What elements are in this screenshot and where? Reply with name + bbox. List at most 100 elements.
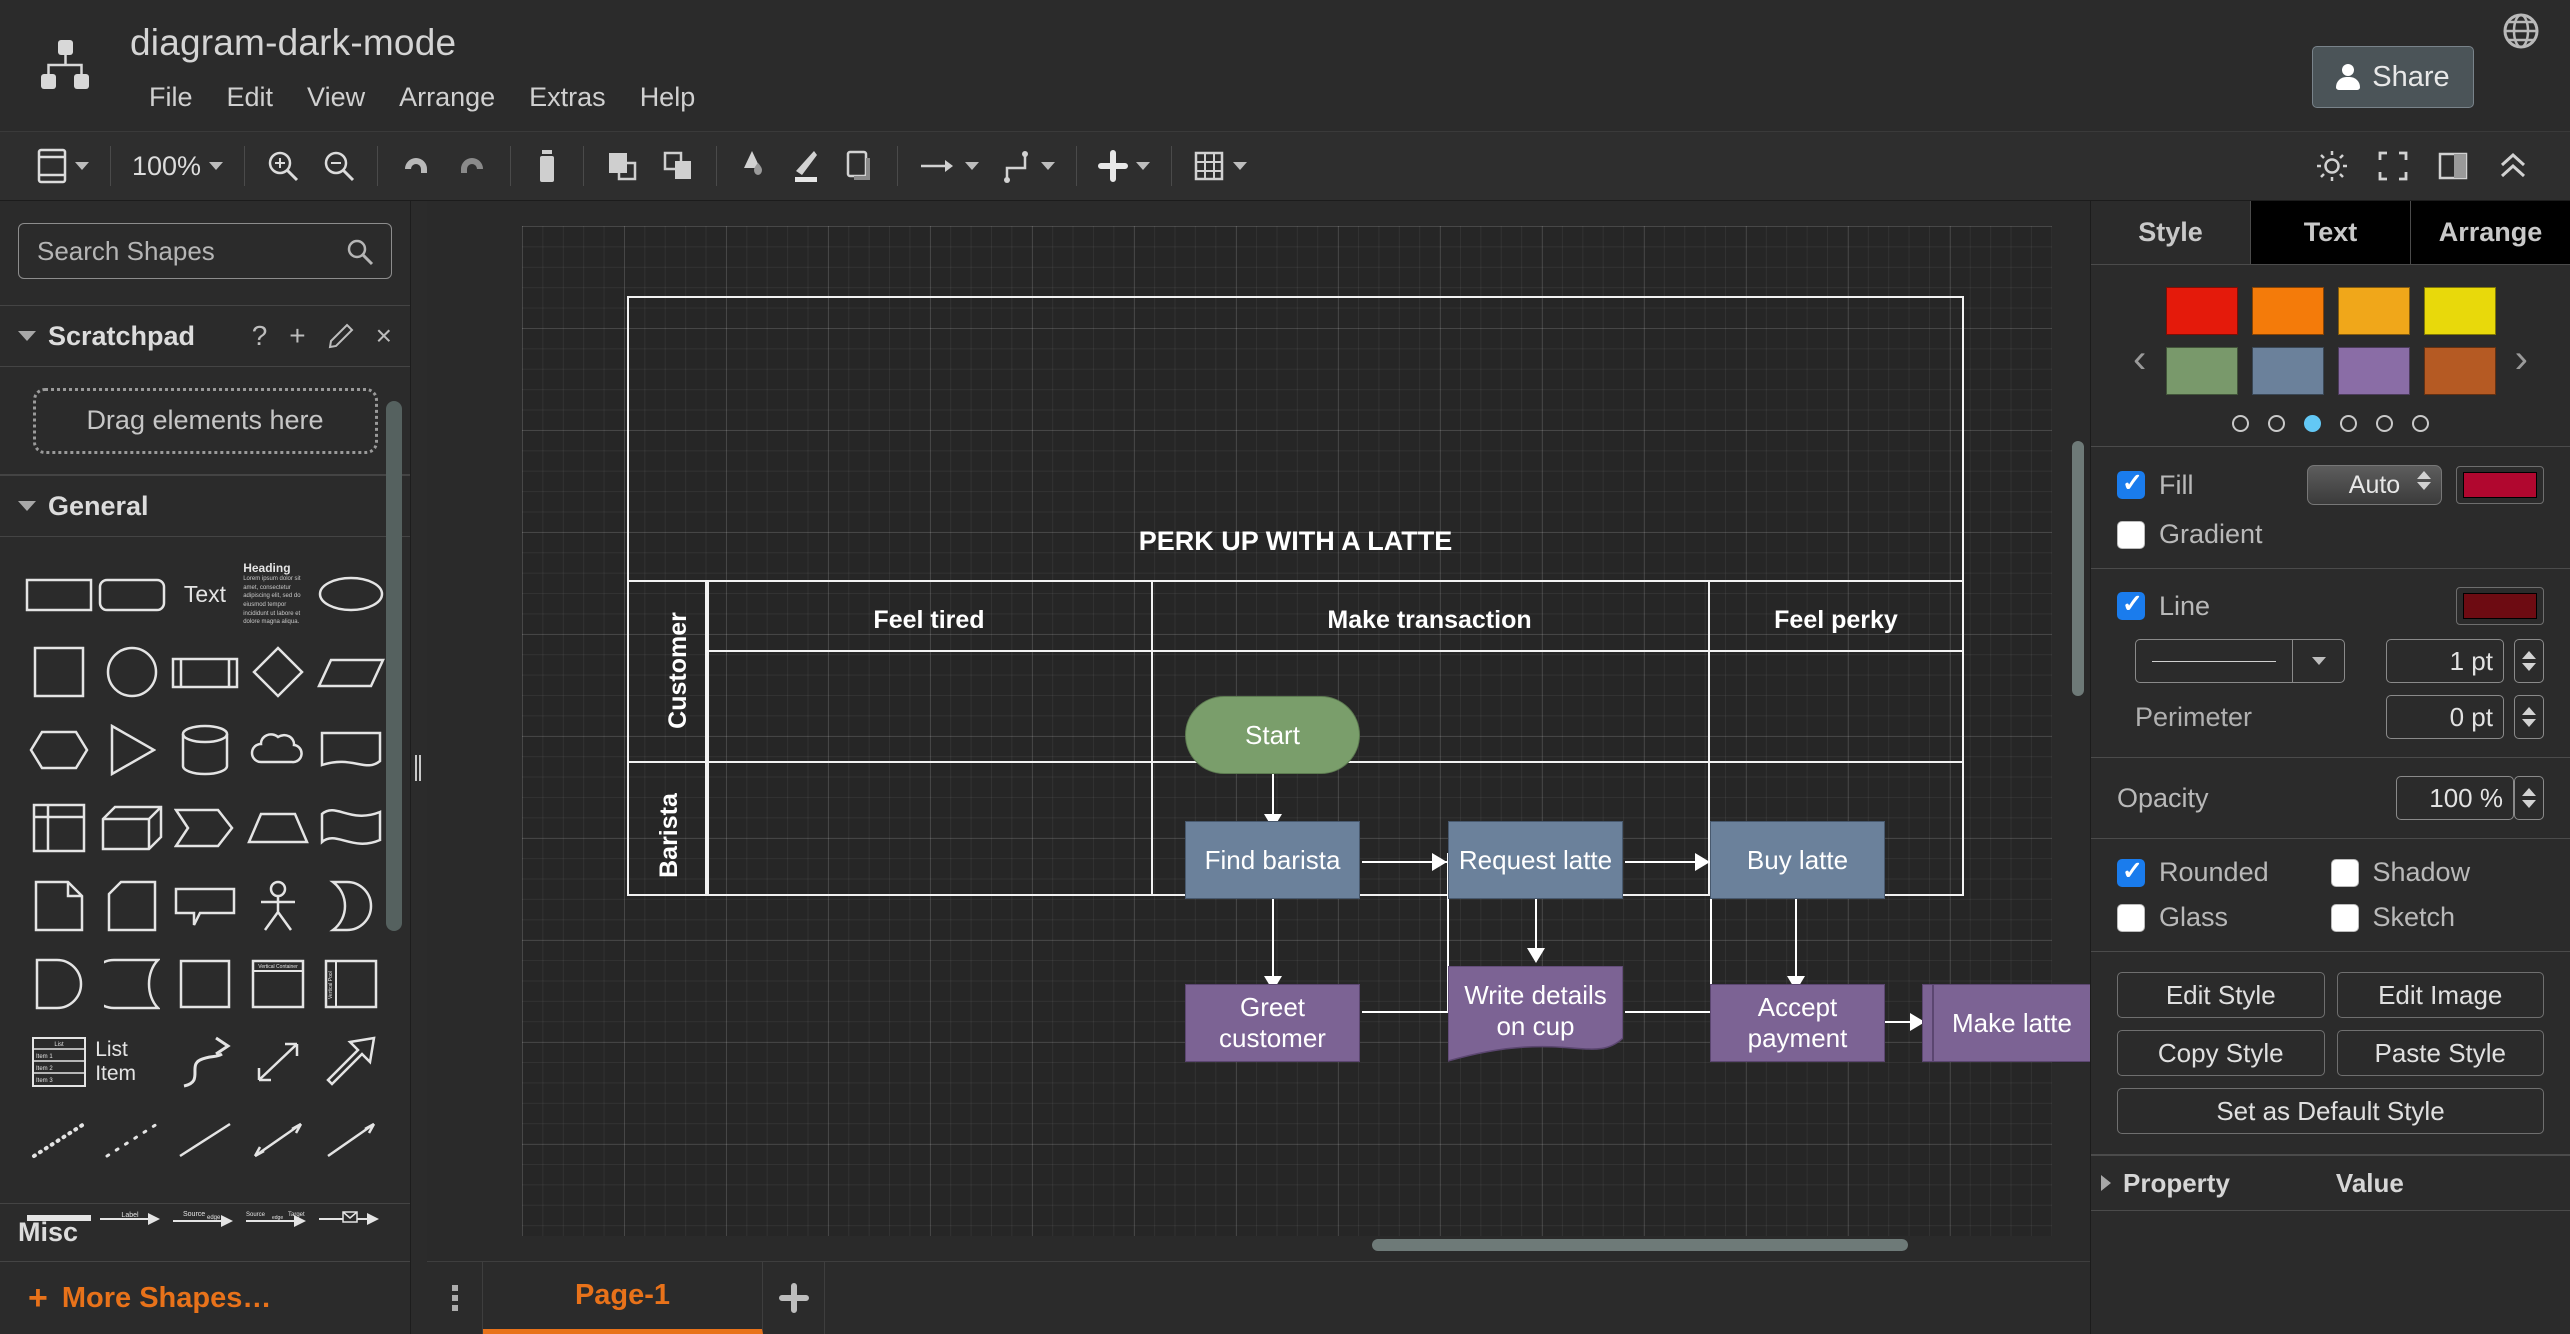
shape-curved-arrow[interactable] xyxy=(168,1035,241,1089)
scratchpad-dropzone[interactable]: Drag elements here xyxy=(32,387,378,454)
zoom-level-button[interactable]: 100% xyxy=(121,138,234,194)
shape-heading-block[interactable]: Heading Lorem ipsum dolor sit amet, cons… xyxy=(242,561,315,625)
opacity-stepper[interactable] xyxy=(2514,776,2544,820)
search-shapes-box[interactable]: Search Shapes xyxy=(18,223,392,279)
swatch-brown[interactable] xyxy=(2423,347,2496,395)
shape-vertical-container[interactable]: Vertical Container xyxy=(242,957,315,1011)
line-color-icon[interactable] xyxy=(779,138,833,194)
shapes-scrollbar[interactable] xyxy=(386,401,402,931)
shape-ellipse[interactable] xyxy=(315,567,388,621)
menu-file[interactable]: File xyxy=(132,78,210,117)
fill-mode-select[interactable]: Auto xyxy=(2307,465,2442,505)
scratchpad-add-icon[interactable]: + xyxy=(289,320,305,352)
canvas-horizontal-scrollbar[interactable] xyxy=(1372,1239,1908,1251)
line-style-select[interactable] xyxy=(2135,639,2345,683)
node-buy-latte[interactable]: Buy latte xyxy=(1710,821,1885,899)
table-icon[interactable] xyxy=(1182,138,1258,194)
shape-text[interactable]: Text xyxy=(168,567,241,621)
property-table-header[interactable]: Property Value xyxy=(2091,1155,2570,1211)
shape-diamond[interactable] xyxy=(242,645,315,699)
shape-callout[interactable] xyxy=(168,879,241,933)
shape-step[interactable] xyxy=(168,801,241,855)
collapse-icon[interactable] xyxy=(2486,138,2540,194)
shape-list-item[interactable]: List Item xyxy=(95,1035,168,1089)
shape-actor[interactable] xyxy=(242,879,315,933)
perimeter-stepper[interactable] xyxy=(2514,695,2544,739)
canvas[interactable]: PERK UP WITH A LATTE Customer Barista Fe… xyxy=(427,201,2090,1261)
perimeter-input[interactable]: 0 pt xyxy=(2386,695,2504,739)
shape-note[interactable] xyxy=(22,879,95,933)
add-page-button[interactable] xyxy=(763,1262,825,1334)
scratchpad-header[interactable]: Scratchpad ? + × xyxy=(0,305,410,367)
copy-style-button[interactable]: Copy Style xyxy=(2117,1030,2325,1076)
pager-dot-2[interactable] xyxy=(2268,415,2285,432)
shape-tape[interactable] xyxy=(315,801,388,855)
gradient-checkbox[interactable] xyxy=(2117,520,2145,549)
shape-container[interactable] xyxy=(168,957,241,1011)
fill-checkbox[interactable] xyxy=(2117,468,2145,499)
shape-process[interactable] xyxy=(168,645,241,699)
tab-arrange[interactable]: Arrange xyxy=(2410,201,2570,265)
pager-dot-6[interactable] xyxy=(2412,415,2429,432)
tab-style[interactable]: Style xyxy=(2091,201,2250,265)
line-checkbox[interactable] xyxy=(2117,589,2145,620)
menu-arrange[interactable]: Arrange xyxy=(382,78,512,117)
theme-brightness-icon[interactable] xyxy=(2304,138,2360,194)
shape-block-arrow[interactable] xyxy=(315,1035,388,1089)
fullscreen-icon[interactable] xyxy=(2366,138,2420,194)
paste-style-button[interactable]: Paste Style xyxy=(2336,1030,2544,1076)
fill-color-button[interactable] xyxy=(2456,466,2544,504)
undo-icon[interactable] xyxy=(388,138,444,194)
pager-dot-5[interactable] xyxy=(2376,415,2393,432)
node-make-latte[interactable]: Make latte xyxy=(1922,984,2090,1062)
menu-view[interactable]: View xyxy=(290,78,382,117)
redo-icon[interactable] xyxy=(444,138,500,194)
document-title[interactable]: diagram-dark-mode xyxy=(130,22,456,64)
shape-trapezoid[interactable] xyxy=(242,801,315,855)
shape-dashed-line[interactable] xyxy=(95,1113,168,1167)
panel-splitter[interactable] xyxy=(411,201,427,1334)
zoom-in-icon[interactable] xyxy=(255,138,311,194)
shape-plain-line[interactable] xyxy=(168,1113,241,1167)
node-start[interactable]: Start xyxy=(1185,696,1360,774)
tab-text[interactable]: Text xyxy=(2250,201,2410,265)
chevron-right-icon[interactable]: › xyxy=(2515,337,2528,382)
swatch-yellow[interactable] xyxy=(2423,287,2496,335)
general-section-header[interactable]: General xyxy=(0,475,410,537)
connection-arrow-icon[interactable] xyxy=(908,138,990,194)
node-greet-customer[interactable]: Greet customer xyxy=(1185,984,1360,1062)
scratchpad-close-icon[interactable]: × xyxy=(376,320,392,352)
pager-dot-3[interactable] xyxy=(2304,415,2321,432)
canvas-vertical-scrollbar[interactable] xyxy=(2072,441,2084,696)
pager-dot-4[interactable] xyxy=(2340,415,2357,432)
sketch-checkbox[interactable] xyxy=(2330,903,2359,932)
node-find-barista[interactable]: Find barista xyxy=(1185,821,1360,899)
scratchpad-help-icon[interactable]: ? xyxy=(252,320,268,352)
shape-cylinder[interactable] xyxy=(168,723,241,777)
fill-color-icon[interactable] xyxy=(727,138,779,194)
shape-single-arrow-line[interactable] xyxy=(315,1113,388,1167)
globe-icon[interactable] xyxy=(2500,10,2542,52)
misc-section-header[interactable]: Misc xyxy=(0,1203,410,1261)
menu-help[interactable]: Help xyxy=(623,78,713,117)
view-layout-icon[interactable] xyxy=(26,138,100,194)
rounded-checkbox[interactable] xyxy=(2117,856,2145,887)
shape-document[interactable] xyxy=(315,723,388,777)
swatch-green[interactable] xyxy=(2165,347,2238,395)
shape-internal-storage[interactable] xyxy=(22,801,95,855)
search-input[interactable]: Search Shapes xyxy=(37,236,215,267)
shape-double-arrow-line[interactable] xyxy=(242,1113,315,1167)
shape-rounded-rectangle[interactable] xyxy=(95,567,168,621)
shape-direct-data[interactable] xyxy=(22,957,95,1011)
set-as-default-style-button[interactable]: Set as Default Style xyxy=(2117,1088,2544,1134)
shape-list[interactable]: List Item 1 Item 2 Item 3 xyxy=(22,1035,95,1089)
shape-circle[interactable] xyxy=(95,645,168,699)
more-shapes-button[interactable]: + More Shapes… xyxy=(0,1261,410,1334)
shadow-icon[interactable] xyxy=(833,138,887,194)
shape-vertical-pool[interactable]: Vertical Pool xyxy=(315,957,388,1011)
pager-dot-1[interactable] xyxy=(2232,415,2249,432)
insert-plus-icon[interactable] xyxy=(1087,138,1161,194)
line-color-button[interactable] xyxy=(2456,587,2544,625)
swatch-red[interactable] xyxy=(2165,287,2238,335)
glass-checkbox[interactable] xyxy=(2117,903,2145,932)
